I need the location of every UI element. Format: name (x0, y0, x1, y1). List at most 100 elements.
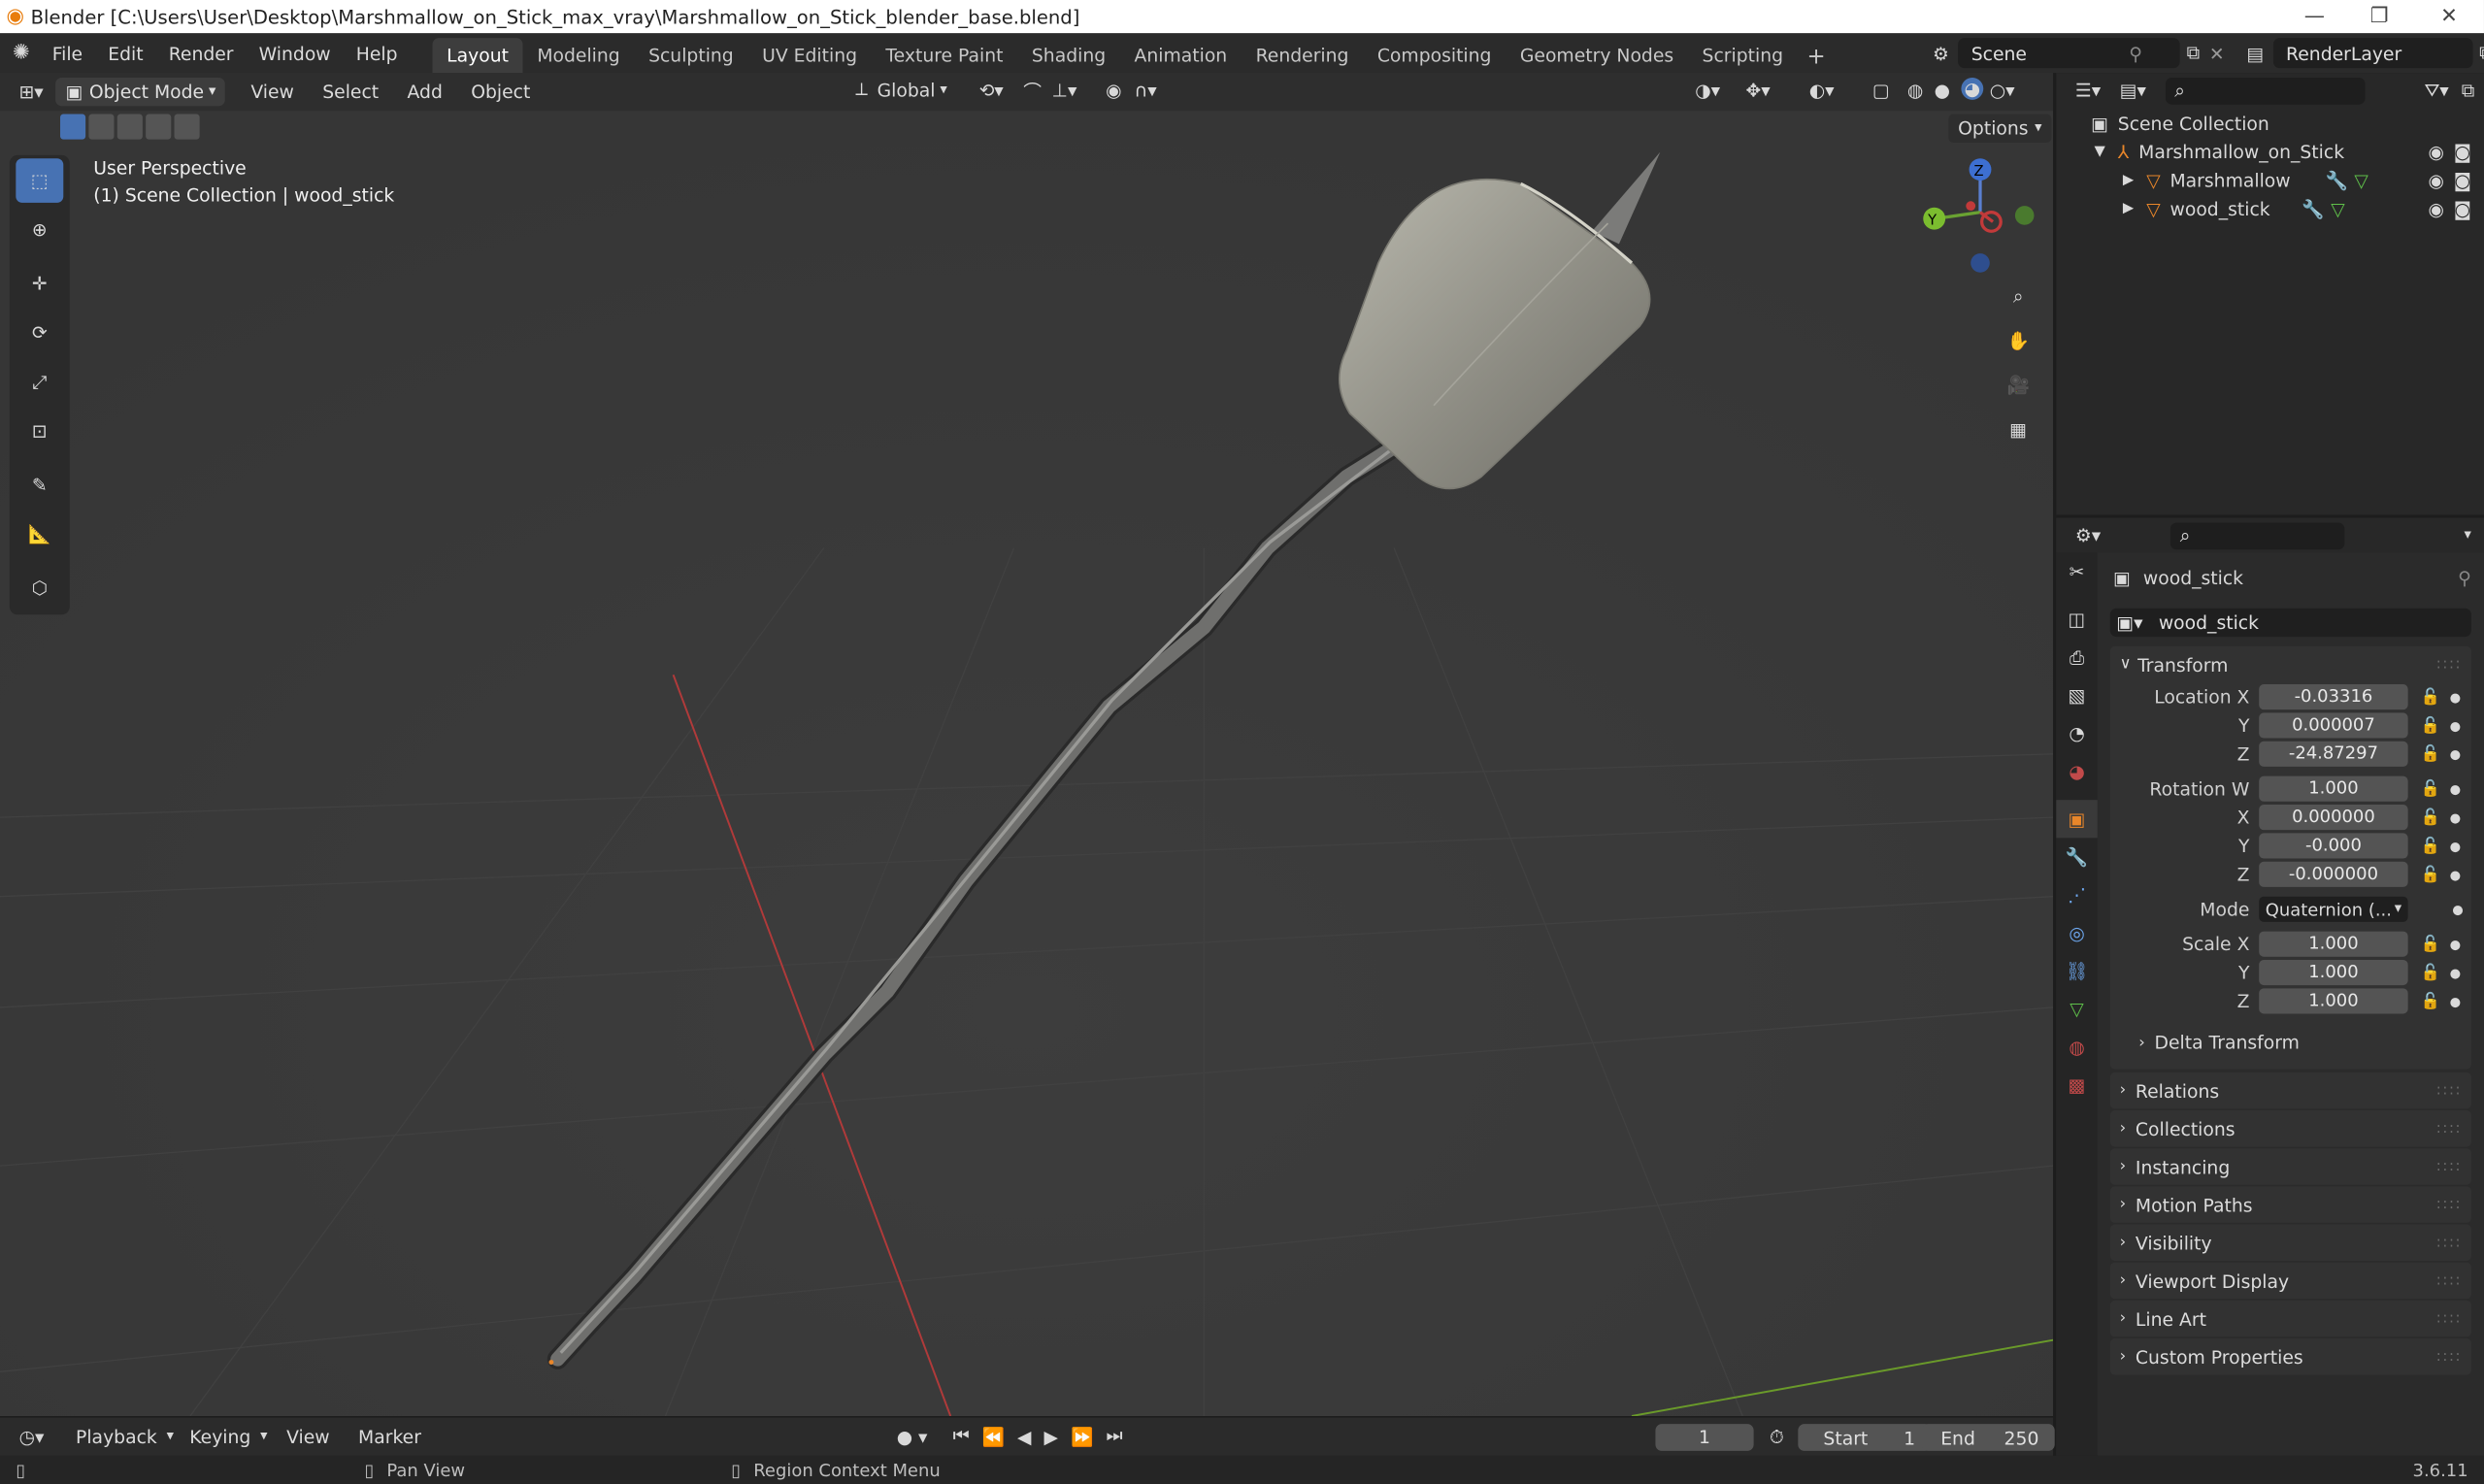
proportional-edit-icon[interactable]: ◉ (1106, 80, 1121, 102)
scale-z-field[interactable]: 1.000 (2259, 988, 2408, 1014)
chevron-down-icon[interactable]: ▾ (2465, 527, 2471, 543)
tab-layout[interactable]: Layout (432, 38, 523, 74)
new-layer-icon[interactable]: ⧉ (2479, 41, 2484, 64)
3d-viewport[interactable]: ⊞▾ ▣ Object Mode ▾ View Select Add Objec… (0, 73, 2054, 1417)
mesh-data-icon[interactable]: ▽ (2331, 198, 2344, 220)
timeline-menu-keying[interactable]: Keying (180, 1426, 260, 1448)
panel-instancing[interactable]: › Instancing :::: (2109, 1148, 2471, 1185)
tab-scene-icon[interactable]: ◔ (2056, 714, 2097, 752)
start-frame-field[interactable]: Start 1 (1798, 1424, 1932, 1451)
tab-modeling[interactable]: Modeling (523, 38, 635, 73)
visibility-icon[interactable]: ◑▾ (1695, 80, 1720, 102)
drag-handle-icon[interactable]: :::: (2436, 1197, 2462, 1212)
gizmo-toggle-icon[interactable]: ✥▾ (1745, 80, 1770, 102)
record-icon[interactable]: ● ▾ (897, 1425, 928, 1447)
lock-icon[interactable]: 🔓 (2421, 936, 2440, 953)
pin-icon[interactable]: ⚲ (2458, 567, 2471, 589)
tab-texture-icon[interactable]: ▩ (2056, 1066, 2097, 1104)
rotation-z-field[interactable]: -0.000000 (2259, 861, 2408, 887)
scale-y-field[interactable]: 1.000 (2259, 959, 2408, 986)
menu-file[interactable]: File (40, 42, 96, 64)
camera-render-icon[interactable]: ◙ (2454, 141, 2471, 163)
pivot-icon[interactable]: ⟲▾ (979, 80, 1004, 102)
keyframe-dot-icon[interactable]: ● (2450, 718, 2461, 733)
location-z-field[interactable]: -24.87297 (2259, 741, 2408, 767)
tab-physics-icon[interactable]: ◎ (2056, 914, 2097, 952)
keyframe-dot-icon[interactable]: ● (2450, 746, 2461, 761)
tool-move[interactable]: ✛ (16, 261, 63, 306)
timeline-menu-view[interactable]: View (277, 1426, 339, 1448)
keyframe-dot-icon[interactable]: ● (2452, 902, 2463, 916)
expand-down-icon[interactable]: ▼ (2095, 145, 2105, 160)
transform-panel-header[interactable]: ∨ Transform :::: (2110, 646, 2471, 683)
modifier-wrench-icon[interactable]: 🔧 (2326, 170, 2348, 192)
new-scene-icon[interactable]: ⧉ (2187, 41, 2200, 64)
rotation-mode-dropdown[interactable]: Quaternion (... ▾ (2259, 896, 2408, 922)
tab-scripting[interactable]: Scripting (1688, 38, 1798, 73)
tool-transform[interactable]: ⊡ (16, 409, 63, 453)
maximize-button[interactable]: ❐ (2348, 0, 2411, 33)
tab-sculpting[interactable]: Sculpting (634, 38, 747, 73)
drag-handle-icon[interactable]: :::: (2436, 1121, 2462, 1137)
xray-icon[interactable]: ▢ (1872, 80, 1890, 102)
play-icon[interactable]: ▶ (1044, 1425, 1058, 1447)
properties-search[interactable]: ⌕ (2169, 521, 2345, 549)
drag-handle-icon[interactable]: :::: (2436, 1272, 2462, 1288)
panel-viewport-display[interactable]: › Viewport Display :::: (2109, 1262, 2471, 1300)
menu-window[interactable]: Window (247, 42, 344, 64)
shading-rendered-icon[interactable]: ○▾ (1990, 80, 2015, 102)
timeline-menu-playback[interactable]: Playback (66, 1426, 166, 1448)
menu-render[interactable]: Render (156, 42, 247, 64)
drag-handle-icon[interactable]: :::: (2436, 1349, 2462, 1365)
minimize-button[interactable]: — (2283, 0, 2346, 33)
tab-data-icon[interactable]: ▽ (2056, 990, 2097, 1028)
tab-particles-icon[interactable]: ⋰ (2056, 875, 2097, 913)
tab-animation[interactable]: Animation (1120, 38, 1242, 73)
keyframe-dot-icon[interactable]: ● (2450, 937, 2461, 951)
outliner-editor-icon[interactable]: ☰▾ (2075, 80, 2101, 102)
tool-select-box[interactable]: ⬚ (16, 158, 64, 203)
select-invert-icon[interactable] (146, 114, 172, 140)
outliner-search[interactable]: ⌕ (2165, 77, 2366, 104)
location-x-field[interactable]: -0.03316 (2259, 684, 2408, 710)
lock-icon[interactable]: 🔓 (2421, 808, 2440, 826)
panel-line-art[interactable]: › Line Art :::: (2109, 1300, 2471, 1337)
tab-constraints-icon[interactable]: ⛓ (2056, 952, 2097, 990)
tab-compositing[interactable]: Compositing (1363, 38, 1506, 73)
tab-view-layer-icon[interactable]: ▧ (2056, 676, 2097, 714)
tab-object-icon[interactable]: ▣ (2056, 800, 2098, 839)
keyframe-dot-icon[interactable]: ● (2450, 810, 2461, 825)
tab-rendering[interactable]: Rendering (1242, 38, 1363, 73)
render-layer-selector[interactable]: RenderLayer (2272, 38, 2473, 69)
transform-orientation[interactable]: ⟂ Global ▾ (855, 78, 946, 101)
object-datablock-field[interactable]: ▣▾ wood_stick (2109, 608, 2471, 638)
tool-annotate[interactable]: ✎ (16, 463, 63, 508)
panel-visibility[interactable]: › Visibility :::: (2109, 1224, 2471, 1262)
jump-end-icon[interactable]: ⏭ (1106, 1424, 1122, 1447)
tab-material-icon[interactable]: ◍ (2056, 1028, 2097, 1066)
play-reverse-icon[interactable]: ◀ (1017, 1425, 1031, 1447)
prev-keyframe-icon[interactable]: ⏪ (982, 1425, 1005, 1447)
tool-cursor[interactable]: ⊕ (16, 208, 63, 252)
display-mode-icon[interactable]: ▤▾ (2120, 80, 2146, 102)
shading-material-icon[interactable]: ◕ (1961, 77, 1984, 100)
expand-right-icon[interactable]: ▶ (2123, 201, 2134, 216)
lock-icon[interactable]: 🔓 (2421, 866, 2440, 883)
snap-icon[interactable]: ⌒ (1023, 80, 1042, 105)
shading-wireframe-icon[interactable]: ◍ (1907, 80, 1923, 102)
tab-render-icon[interactable]: ◫ (2056, 601, 2097, 639)
menu-help[interactable]: Help (344, 42, 411, 64)
viewport-menu-select[interactable]: Select (313, 81, 387, 103)
view-layer-icon[interactable]: ▤ (2246, 42, 2264, 64)
drag-handle-icon[interactable]: :::: (2436, 1235, 2462, 1250)
navigation-gizmo[interactable]: Z Y (1913, 152, 2046, 276)
select-new-icon[interactable] (60, 114, 86, 140)
eye-icon[interactable]: ◉ (2428, 198, 2443, 220)
scene-selector[interactable]: Scene ⚲ (1958, 38, 2181, 69)
properties-editor-icon[interactable]: ⚙▾ (2075, 524, 2101, 546)
tool-measure[interactable]: 📐 (16, 511, 63, 556)
editor-type-icon[interactable]: ⊞▾ (19, 81, 44, 103)
pan-hand-icon[interactable]: ✋ (1998, 320, 2038, 361)
tab-modifier-icon[interactable]: 🔧 (2056, 838, 2097, 875)
drag-handle-icon[interactable]: :::: (2436, 1310, 2462, 1326)
